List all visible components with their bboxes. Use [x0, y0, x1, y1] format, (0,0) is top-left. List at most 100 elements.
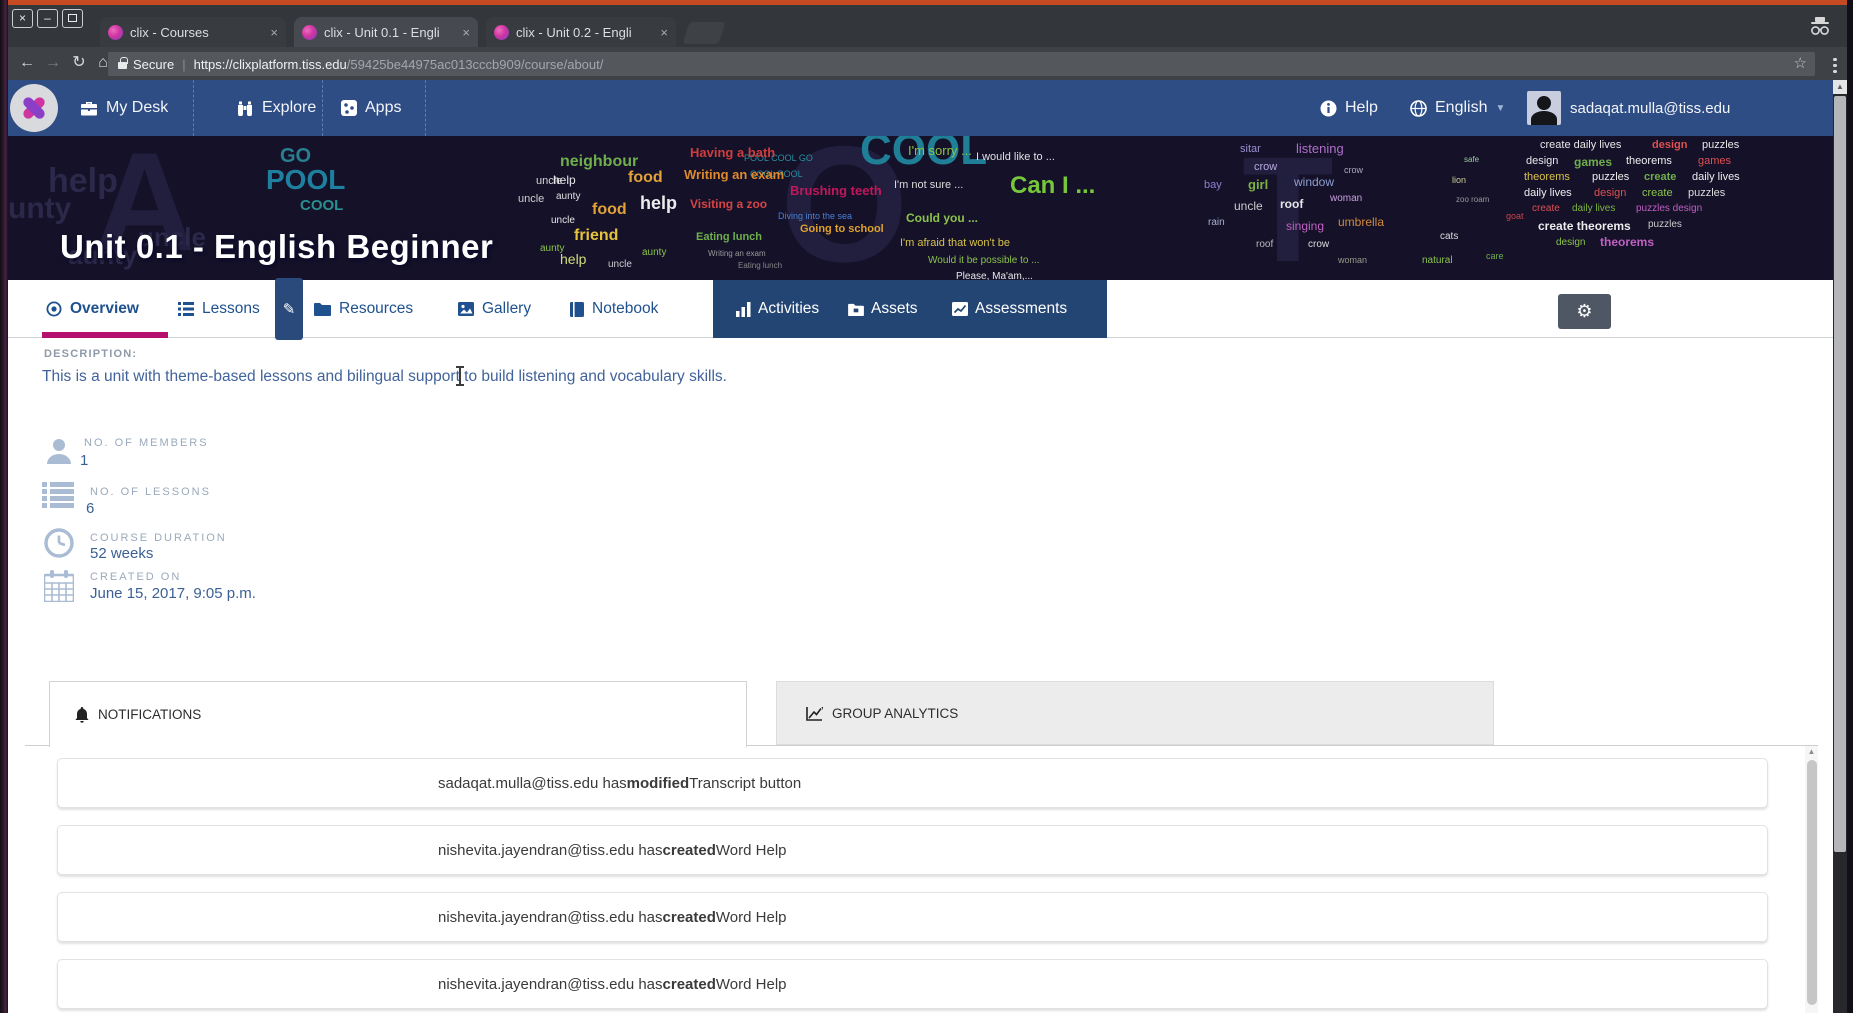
banner-word: daily lives: [1572, 204, 1615, 214]
bell-icon: [75, 707, 89, 723]
reload-button[interactable]: ↻: [68, 51, 90, 75]
browser-menu-icon[interactable]: [1833, 55, 1837, 76]
banner-word: singing: [1286, 220, 1324, 232]
tab-notifications[interactable]: NOTIFICATIONS: [49, 681, 747, 747]
page-scrollbar[interactable]: ▲: [1833, 80, 1847, 1013]
nav-my-desk[interactable]: My Desk: [80, 80, 168, 136]
chevron-down-icon: ▼: [1495, 103, 1505, 114]
address-bar[interactable]: Secure | https://clixplatform.tiss.edu/5…: [108, 52, 1815, 76]
window-minimize-button[interactable]: –: [37, 9, 58, 28]
banner-word: I'm sorry ...: [908, 144, 972, 157]
tab-label: Gallery: [482, 300, 531, 318]
banner-word: umbrella: [1338, 216, 1384, 228]
maximize-icon: [68, 14, 77, 22]
banner-word: roof: [1280, 198, 1303, 210]
scroll-up-button[interactable]: ▲: [1833, 80, 1847, 94]
tab-lessons[interactable]: Lessons: [178, 280, 260, 338]
tab-label: Lessons: [202, 300, 260, 318]
back-button[interactable]: ←: [16, 51, 38, 75]
tab-assets[interactable]: Assets: [848, 280, 918, 338]
browser-tab-unit-0-2[interactable]: clix - Unit 0.2 - Engli ×: [486, 17, 676, 47]
banner-word: rain: [1208, 218, 1225, 228]
incognito-icon: [1807, 17, 1833, 37]
nav-help[interactable]: Help: [1320, 80, 1378, 136]
nav-apps[interactable]: Apps: [341, 80, 401, 136]
banner-word: theorems: [1626, 156, 1672, 167]
stat-value: 6: [86, 500, 94, 517]
tab-label: Activities: [758, 300, 819, 318]
tab-title: clix - Unit 0.1 - Engli: [324, 25, 454, 40]
tab-label: Notebook: [592, 300, 658, 318]
tab-label: Assets: [871, 300, 918, 318]
clix-favicon: [494, 25, 509, 40]
stat-label: CREATED ON: [90, 571, 181, 583]
tab-close-icon[interactable]: ×: [270, 25, 278, 40]
banner-word: GO: [280, 146, 311, 166]
banner-word: aunty: [556, 192, 580, 202]
browser-tab-courses[interactable]: clix - Courses ×: [100, 17, 286, 47]
tab-assessments[interactable]: Assessments: [952, 280, 1067, 338]
banner-word: daily lives: [1692, 172, 1740, 183]
nav-language[interactable]: English ▼: [1410, 80, 1505, 136]
tab-title: clix - Unit 0.2 - Engli: [516, 25, 652, 40]
notification-item[interactable]: nishevita.jayendran@tiss.edu has created…: [57, 825, 1768, 875]
banner-word: uncle: [1234, 200, 1263, 212]
banner-word: Writing an exam: [708, 250, 766, 258]
clix-favicon: [302, 25, 317, 40]
stat-value: 1: [80, 452, 88, 469]
tab-notebook[interactable]: Notebook: [570, 280, 658, 338]
bookmark-star-icon[interactable]: ☆: [1794, 54, 1807, 72]
window-close-button[interactable]: ×: [12, 9, 33, 28]
banner-word: POOL: [266, 166, 345, 194]
tab-activities[interactable]: Activities: [736, 280, 819, 338]
tab-gallery[interactable]: Gallery: [458, 280, 531, 338]
banner-word: aunty: [642, 248, 666, 258]
nav-label: My Desk: [106, 99, 168, 117]
new-tab-button[interactable]: [682, 22, 725, 44]
window-maximize-button[interactable]: [62, 9, 83, 28]
tab-group-analytics[interactable]: GROUP ANALYTICS: [776, 681, 1494, 745]
tab-overview[interactable]: Overview: [46, 280, 139, 338]
clix-favicon: [108, 25, 123, 40]
banner-word: puzzles design: [1636, 204, 1702, 214]
banner-word: uncle: [551, 216, 575, 226]
banner-word: Writing an exam: [684, 168, 784, 181]
stat-label: NO. OF LESSONS: [90, 486, 211, 498]
avatar[interactable]: [1527, 91, 1561, 125]
banner-word: woman: [1330, 194, 1362, 204]
page-scrollbar-thumb[interactable]: [1834, 96, 1846, 852]
banner-word: uncle: [518, 194, 544, 205]
tab-label: Overview: [70, 300, 139, 318]
lessons-list-icon: [178, 302, 194, 316]
edit-tabs-button[interactable]: ✎: [275, 278, 303, 340]
tab-label: Resources: [339, 300, 413, 318]
banner-word: food: [628, 170, 663, 186]
banner-word: daily lives: [1524, 188, 1572, 199]
browser-tab-unit-0-1[interactable]: clix - Unit 0.1 - Engli ×: [294, 17, 478, 47]
banner-word: create: [1644, 172, 1676, 183]
notification-item[interactable]: nishevita.jayendran@tiss.edu has created…: [57, 892, 1768, 942]
course-tab-bar: Overview Lessons ✎ Resources Gallery Not…: [8, 280, 1833, 338]
clix-navbar: My Desk Explore Apps Help English ▼ sa: [8, 80, 1833, 136]
nav-explore[interactable]: Explore: [236, 80, 316, 136]
apps-die-icon: [341, 100, 357, 116]
window-titlebar: × – clix - Courses × clix - Unit 0.1 - E…: [8, 5, 1847, 47]
nav-label: Apps: [365, 99, 401, 117]
clix-logo[interactable]: [10, 84, 58, 132]
tab-close-icon[interactable]: ×: [462, 25, 470, 40]
notification-item[interactable]: nishevita.jayendran@tiss.edu has created…: [57, 959, 1768, 1009]
scroll-up-icon[interactable]: ▲: [1805, 746, 1818, 758]
tab-resources[interactable]: Resources: [314, 280, 413, 338]
section-tab-label: GROUP ANALYTICS: [832, 706, 958, 721]
banner-word: unty: [8, 194, 71, 224]
forward-button[interactable]: →: [42, 51, 64, 75]
gear-icon: ⚙: [1576, 301, 1592, 322]
notification-item[interactable]: sadaqat.mulla@tiss.edu has modified Tran…: [57, 758, 1768, 808]
user-email[interactable]: sadaqat.mulla@tiss.edu: [1570, 80, 1730, 136]
list-scrollbar[interactable]: ▲: [1805, 746, 1818, 1013]
description-text: This is a unit with theme-based lessons …: [42, 368, 727, 386]
settings-button[interactable]: ⚙: [1558, 294, 1611, 329]
tab-close-icon[interactable]: ×: [660, 25, 668, 40]
banner-word: I'm not sure ...: [894, 180, 963, 191]
list-scrollbar-thumb[interactable]: [1807, 760, 1817, 1005]
